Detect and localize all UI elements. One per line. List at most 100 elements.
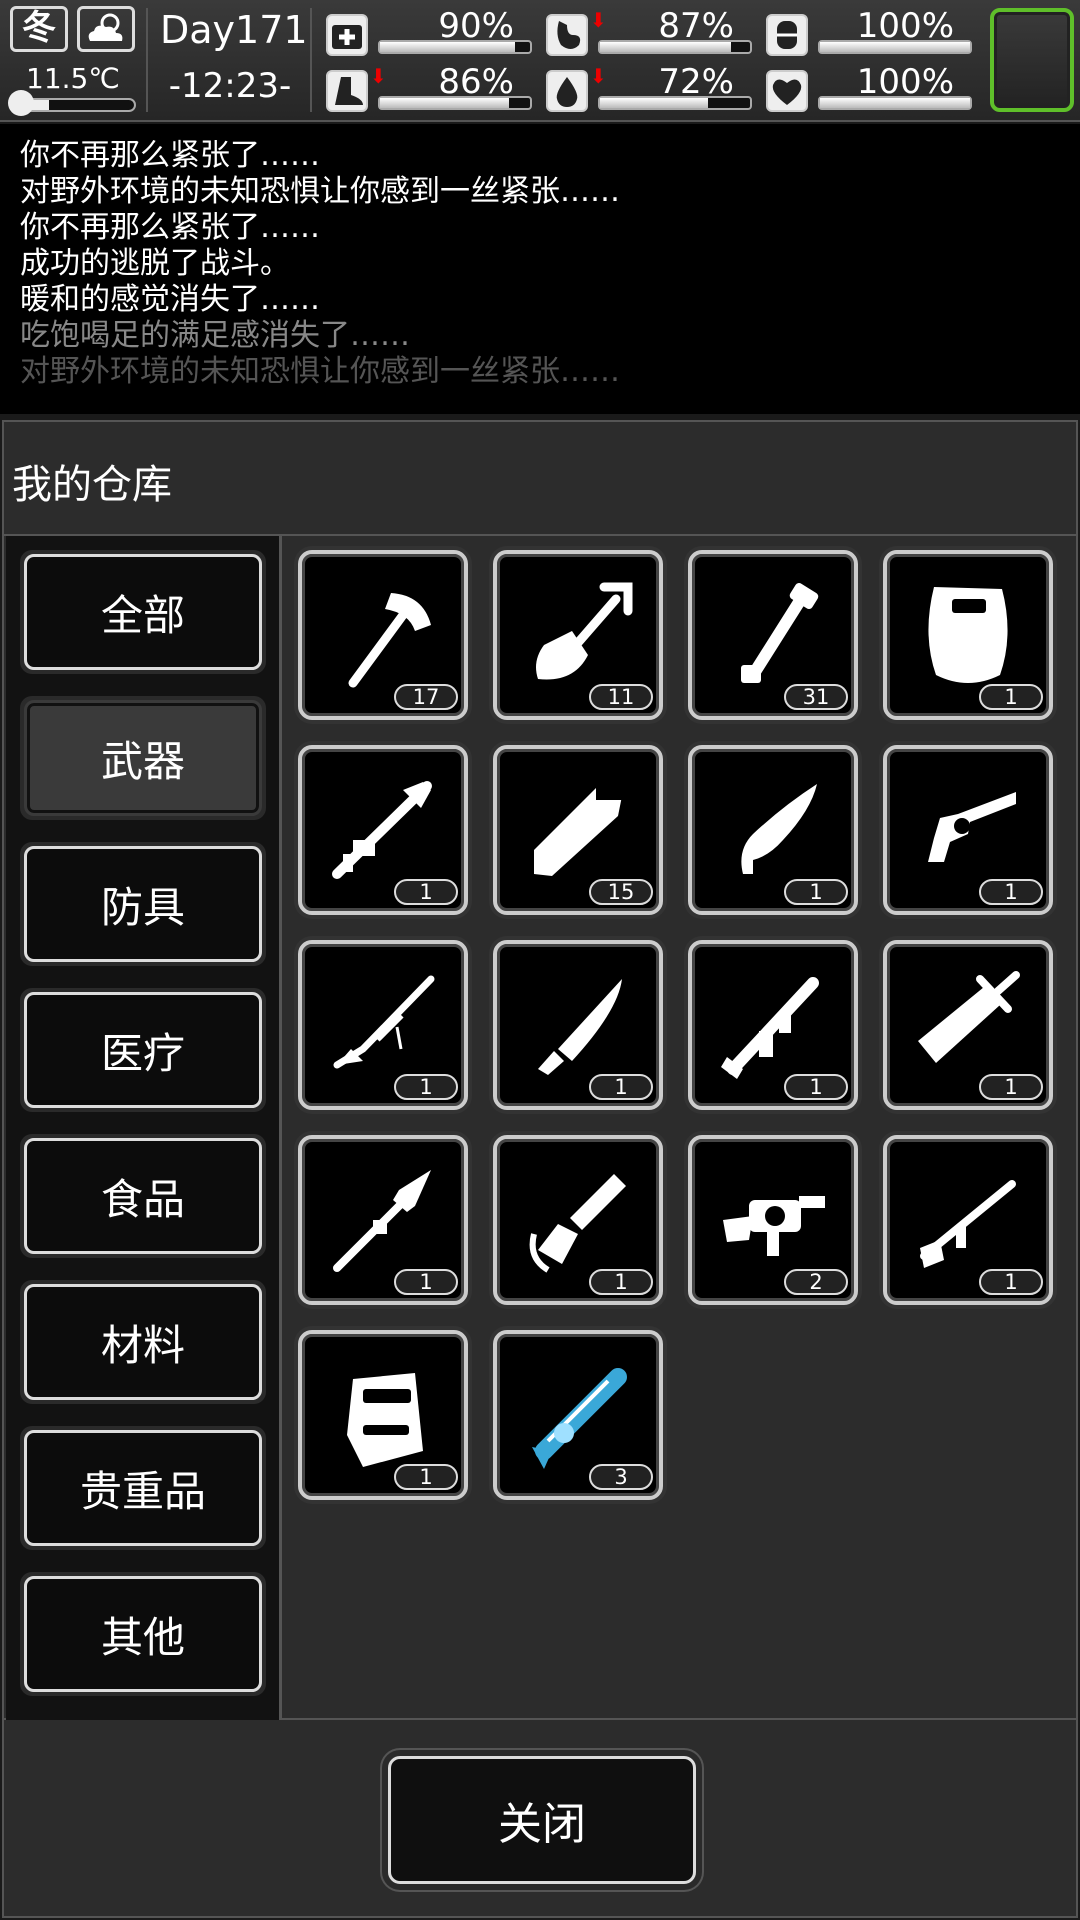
category-label: 其他	[24, 1576, 262, 1692]
rifle-icon	[920, 1180, 1016, 1268]
stat-bar	[598, 96, 752, 110]
category-label: 防具	[24, 846, 262, 962]
item-count: 1	[979, 684, 1043, 710]
item-count: 17	[394, 684, 458, 710]
log-line: 对野外环境的未知恐惧让你感到一丝紧张……	[20, 174, 620, 209]
stat-bar	[378, 96, 532, 110]
inventory-slot[interactable]: 11	[489, 546, 667, 724]
inventory-slot[interactable]: 1	[489, 1131, 667, 1309]
heart-icon	[766, 70, 808, 112]
foot-icon	[326, 70, 368, 112]
category-label: 武器	[24, 700, 262, 816]
item-count: 1	[589, 1074, 653, 1100]
stat-bar	[818, 96, 972, 110]
stomach-icon	[546, 14, 588, 56]
day-counter: Day171	[160, 8, 308, 52]
sniper-rifle-icon	[333, 975, 435, 1069]
temperature-label: 11.5℃	[26, 62, 120, 95]
stat-health: 90%	[326, 6, 536, 60]
revolver-icon	[928, 792, 1016, 862]
stat-hunger: ⬇ 87%	[546, 6, 756, 60]
grenade-launcher-icon	[723, 1196, 825, 1256]
inventory-slot[interactable]: 1	[294, 741, 472, 919]
partly-cloudy-icon	[77, 6, 135, 52]
stat-mood: 100%	[766, 6, 976, 60]
mood-icon	[766, 14, 808, 56]
page-title: 我的仓库	[12, 462, 172, 508]
rocket-launcher-icon	[332, 781, 432, 879]
inventory-slot[interactable]: 1	[294, 936, 472, 1114]
chainsaw-icon	[529, 1174, 626, 1273]
category-tab[interactable]: 防具	[20, 842, 266, 966]
kukri-icon	[741, 784, 817, 874]
stat-bar	[378, 40, 532, 54]
item-count: 1	[394, 1269, 458, 1295]
category-list: 全部武器防具医疗食品材料贵重品其他	[6, 536, 282, 1720]
decrease-arrow-icon: ⬇	[590, 64, 607, 88]
item-count: 15	[589, 879, 653, 905]
inventory-slot[interactable]: 15	[489, 741, 667, 919]
warehouse-panel: 我的仓库 全部 武器 防具 医疗 食品 材料 贵重品 其他 17 11 31 1 1 15 1 1 1 1 1 1 1…	[2, 420, 1078, 1720]
log-line: 你不再那么紧张了……	[20, 138, 320, 173]
category-label: 材料	[24, 1284, 262, 1400]
inventory-slot[interactable]: 2	[684, 1131, 862, 1309]
category-tab[interactable]: 其他	[20, 1572, 266, 1696]
shovel-icon	[536, 582, 633, 680]
category-tab[interactable]: 武器	[20, 696, 266, 820]
inventory-slot[interactable]: 1	[879, 936, 1057, 1114]
category-tab[interactable]: 医疗	[20, 988, 266, 1112]
category-tab[interactable]: 全部	[20, 550, 266, 674]
inventory-slot[interactable]: 1	[684, 741, 862, 919]
inventory-slot[interactable]: 1	[294, 1326, 472, 1504]
log-line: 你不再那么紧张了……	[20, 210, 320, 245]
machete-icon	[534, 786, 622, 876]
inventory-slot[interactable]: 31	[684, 546, 862, 724]
decrease-arrow-icon: ⬇	[590, 8, 607, 32]
message-log: 你不再那么紧张了…… 对野外环境的未知恐惧让你感到一丝紧张…… 你不再那么紧张了………	[0, 124, 1080, 414]
item-count: 31	[784, 684, 848, 710]
item-count: 1	[784, 1074, 848, 1100]
decrease-arrow-icon: ⬇	[370, 64, 387, 88]
category-label: 全部	[24, 554, 262, 670]
pipe-wrench-icon	[741, 582, 819, 683]
inventory-slot[interactable]: 1	[294, 1131, 472, 1309]
thermometer-icon	[8, 90, 34, 116]
item-count: 1	[394, 879, 458, 905]
inventory-slot[interactable]: 17	[294, 546, 472, 724]
item-count: 11	[589, 684, 653, 710]
equipped-slot[interactable]	[990, 8, 1074, 112]
close-button[interactable]: 关闭	[382, 1750, 702, 1890]
stat-bar	[598, 40, 752, 54]
item-count: 1	[589, 1269, 653, 1295]
clock: -12:23-	[168, 66, 292, 106]
close-button-label: 关闭	[388, 1756, 696, 1884]
category-tab[interactable]: 贵重品	[20, 1426, 266, 1550]
log-line: 成功的逃脱了战斗。	[20, 246, 290, 281]
item-grid: 17 11 31 1 1 15 1 1 1 1 1 1 1 1 2 1 1 3	[294, 546, 1074, 1706]
item-count: 1	[979, 879, 1043, 905]
inventory-slot[interactable]: 1	[684, 936, 862, 1114]
combat-knife-icon	[538, 979, 622, 1075]
axe-icon	[348, 593, 431, 688]
category-label: 医疗	[24, 992, 262, 1108]
assault-rifle-icon	[721, 977, 819, 1079]
stat-bar	[818, 40, 972, 54]
footer: 关闭	[2, 1720, 1078, 1918]
item-count: 1	[394, 1464, 458, 1490]
log-line: 暖和的感觉消失了……	[20, 282, 320, 317]
category-tab[interactable]: 食品	[20, 1134, 266, 1258]
category-label: 贵重品	[24, 1430, 262, 1546]
category-label: 食品	[24, 1138, 262, 1254]
season-indicator: 冬	[10, 6, 68, 52]
inventory-slot[interactable]: 1	[879, 546, 1057, 724]
broadsword-icon	[918, 971, 1020, 1063]
inventory-slot[interactable]: 1	[879, 741, 1057, 919]
category-tab[interactable]: 材料	[20, 1280, 266, 1404]
status-bar: 冬 11.5℃ Day171 -12:23- 90% ⬇ 87% 100% ⬇ 86% ⬇ 7…	[0, 0, 1080, 122]
item-count: 1	[394, 1074, 458, 1100]
inventory-slot[interactable]: 1	[879, 1131, 1057, 1309]
riot-shield-icon	[928, 587, 1008, 683]
inventory-slot[interactable]: 3	[489, 1326, 667, 1504]
inventory-slot[interactable]: 1	[489, 936, 667, 1114]
stat-stamina: ⬇ 86%	[326, 62, 536, 116]
